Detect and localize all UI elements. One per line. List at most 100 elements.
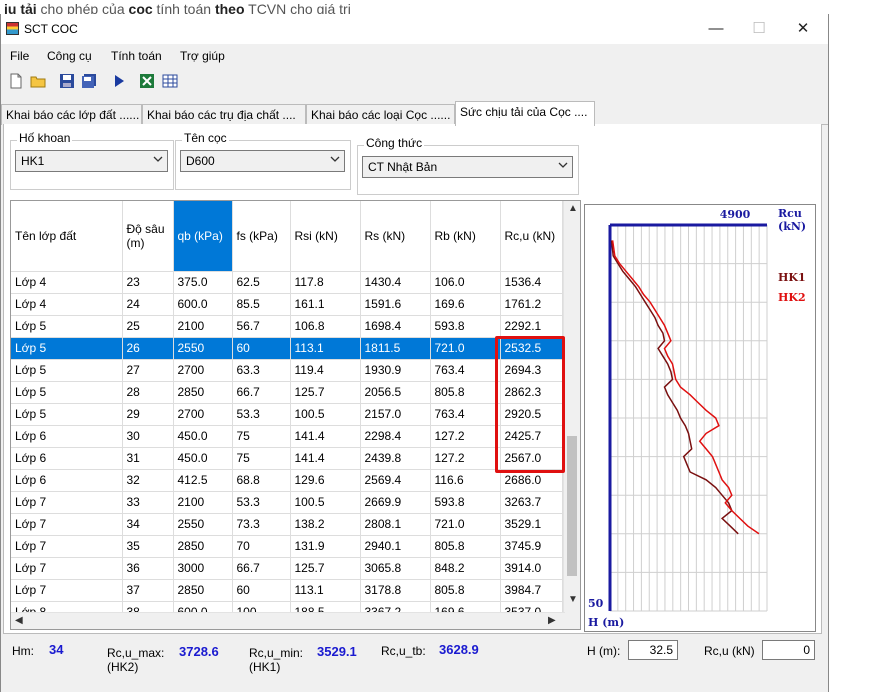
table-cell: 106.0 [430,271,501,294]
table-cell: 75 [232,447,291,470]
table-row[interactable]: Lớp 6 31 450.0 75 141.4 2439.8 127.2 2567.0 [11,447,563,470]
rcu-label: Rc,u (kN) [704,644,755,658]
table-cell: Lớp 7 [11,579,123,602]
close-button[interactable]: ✕ [788,18,818,40]
window-title: SCT COC [24,22,78,36]
column-header[interactable]: Rb (kN) [430,201,501,272]
table-cell: 593.8 [430,491,501,514]
menu-tools[interactable]: Công cụ [47,49,92,63]
table-cell: 2157.0 [360,403,431,426]
table-cell: 100.5 [290,403,361,426]
vertical-scrollbar[interactable]: ▲ ▼ [563,201,580,629]
table-cell: 763.4 [430,359,501,382]
scroll-down-icon[interactable]: ▼ [568,594,578,605]
table-cell: 2100 [173,315,233,338]
tab-bar: Khai báo các lớp đất ...... Khai báo các… [1,101,828,126]
table-row[interactable]: Lớp 5 29 2700 53.3 100.5 2157.0 763.4 2920.5 [11,403,563,426]
table-cell: 56.7 [232,315,291,338]
table-cell: 85.5 [232,293,291,316]
run-icon[interactable] [111,73,127,89]
table-row[interactable]: Lớp 7 33 2100 53.3 100.5 2669.9 593.8 3263.7 [11,491,563,514]
table-cell: 412.5 [173,469,233,492]
column-header[interactable]: qb (kPa) [173,201,233,272]
column-header[interactable]: Rsi (kN) [290,201,361,272]
excel-icon[interactable] [139,73,155,89]
table-cell: 1536.4 [500,271,563,294]
table-cell: 805.8 [430,381,501,404]
save-all-icon[interactable] [81,73,97,89]
y-axis-label: H (m) [588,616,624,629]
pile-group: Tên cọc D600 [175,131,351,190]
horizontal-scrollbar[interactable]: ◀ ▶ [11,612,565,629]
table-row[interactable]: Lớp 6 32 412.5 68.8 129.6 2569.4 116.6 2686.0 [11,469,563,492]
table-cell: 106.8 [290,315,361,338]
pile-select[interactable]: D600 [180,150,345,172]
table-row[interactable]: Lớp 4 23 375.0 62.5 117.8 1430.4 106.0 1536.4 [11,271,563,294]
table-cell: Lớp 6 [11,425,123,448]
open-folder-icon[interactable] [30,73,46,89]
hm-value: 34 [49,642,64,657]
formula-value: CT Nhật Bản [368,160,438,174]
new-file-icon[interactable] [8,73,24,89]
table-cell: 2850 [173,579,233,602]
tab-pile-types[interactable]: Khai báo các loại Cọc ...... [306,104,455,125]
table-cell: 721.0 [430,337,501,360]
table-cell: 161.1 [290,293,361,316]
table-cell: 113.1 [290,579,361,602]
tab-boreholes[interactable]: Khai báo các trụ địa chất .... [142,104,306,125]
tab-bearing-capacity[interactable]: Sức chịu tải của Cọc .... [455,101,595,126]
table-cell: 129.6 [290,469,361,492]
minimize-button[interactable]: — [701,18,731,40]
scroll-right-icon[interactable]: ▶ [548,615,556,626]
save-icon[interactable] [59,73,75,89]
table-row[interactable]: Lớp 6 30 450.0 75 141.4 2298.4 127.2 2425.7 [11,425,563,448]
table-cell: 36 [122,557,174,580]
rcu-input[interactable] [762,640,815,660]
tab-soil-layers[interactable]: Khai báo các lớp đất ...... [1,104,142,125]
borehole-select[interactable]: HK1 [15,150,168,172]
rcu-min-source: (HK1) [249,660,281,674]
table-row[interactable]: Lớp 7 36 3000 66.7 125.7 3065.8 848.2 3914.0 [11,557,563,580]
table-cell: 127.2 [430,425,501,448]
table-cell: 1591.6 [360,293,431,316]
table-row[interactable]: Lớp 5 28 2850 66.7 125.7 2056.5 805.8 2862.3 [11,381,563,404]
menu-help[interactable]: Trợ giúp [180,49,225,63]
scroll-thumb[interactable] [567,436,577,576]
scroll-up-icon[interactable]: ▲ [568,203,578,214]
table-row[interactable]: Lớp 7 35 2850 70 131.9 2940.1 805.8 3745.9 [11,535,563,558]
scroll-left-icon[interactable]: ◀ [15,615,23,626]
table-row[interactable]: Lớp 5 27 2700 63.3 119.4 1930.9 763.4 2694.3 [11,359,563,382]
table-row[interactable]: Lớp 7 34 2550 73.3 138.2 2808.1 721.0 3529.1 [11,513,563,536]
title-bar[interactable]: SCT COC — ☐ ✕ [1,14,828,44]
legend-hk1: HK1 [778,271,806,284]
table-cell: 2100 [173,491,233,514]
column-header[interactable]: Độ sâu (m) [122,201,174,272]
menu-calculate[interactable]: Tính toán [111,49,162,63]
table-row[interactable]: Lớp 5 26 2550 60 113.1 1811.5 721.0 2532.5 [11,337,563,360]
table-cell: 2850 [173,381,233,404]
rcu-min-label: Rc,u_min: [249,646,304,660]
table-cell: 141.4 [290,425,361,448]
table-cell: 66.7 [232,557,291,580]
column-header[interactable]: fs (kPa) [232,201,291,272]
table-row[interactable]: Lớp 5 25 2100 56.7 106.8 1698.4 593.8 2292.1 [11,315,563,338]
menu-file[interactable]: File [10,49,29,63]
table-cell: 2550 [173,513,233,536]
formula-select[interactable]: CT Nhật Bản [362,156,573,178]
hm-label: Hm: [12,644,34,658]
legend-hk2: HK2 [778,291,806,304]
rcu-min-value: 3529.1 [317,644,357,659]
table-cell: 2550 [173,337,233,360]
depth-input[interactable] [628,640,678,660]
maximize-button[interactable]: ☐ [744,18,774,40]
table-cell: 100.5 [290,491,361,514]
pile-label: Tên cọc [182,131,229,145]
table-cell: 805.8 [430,535,501,558]
column-header[interactable]: Rc,u (kN) [500,201,563,272]
table-icon[interactable] [162,73,178,89]
table-cell: Lớp 5 [11,315,123,338]
table-row[interactable]: Lớp 7 37 2850 60 113.1 3178.8 805.8 3984.7 [11,579,563,602]
column-header[interactable]: Rs (kN) [360,201,431,272]
column-header[interactable]: Tên lớp đất [11,201,123,272]
table-row[interactable]: Lớp 4 24 600.0 85.5 161.1 1591.6 169.6 1761.2 [11,293,563,316]
